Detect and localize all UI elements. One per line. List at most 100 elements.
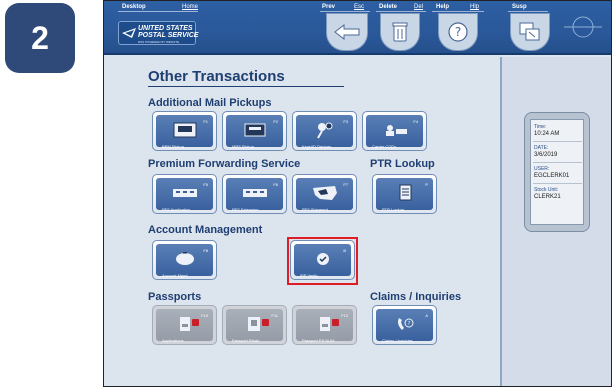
svg-text:?: ? [455, 25, 461, 39]
tile-fkey: F7 [343, 182, 348, 187]
back-arrow-icon [334, 24, 360, 40]
tile-label: BRM Pickup [162, 144, 185, 149]
toolbar-divider [320, 11, 370, 12]
pfs-application-icon [173, 189, 197, 197]
logo-line1: UNITED STATES [138, 25, 193, 32]
mail-pickup-icon [173, 122, 197, 138]
tile-passport-photo: F11 Passport Photo [222, 305, 287, 345]
step-number: 2 [31, 19, 49, 56]
tile-passport-ps-num: F12 Passport PS NUM [292, 305, 357, 345]
tile-fkey: F5 [203, 182, 208, 187]
tile-face: F4 Carrier CODs [366, 115, 423, 149]
tile-fkey: F4 [413, 119, 418, 124]
title-underline [148, 86, 344, 87]
tile-fkey: F10 [201, 313, 208, 318]
ipp-verify-highlight-box [287, 237, 358, 285]
tile-face: F7 PFS Shipment [296, 178, 353, 212]
tile-label: PFS Application [162, 207, 191, 212]
tile-label: Carrier CODs [372, 144, 397, 149]
help-hlp-key: Hlp [470, 4, 480, 10]
suspend-windows-icon [519, 22, 540, 41]
tile-carrier-cods[interactable]: F4 Carrier CODs [362, 111, 427, 151]
stock-unit-label: Stock Unit: [534, 187, 559, 193]
passport-photo-icon [248, 317, 260, 331]
eagle-icon [122, 28, 136, 38]
tile-applications: F10 Applications [152, 305, 217, 345]
susp-label: Susp [512, 4, 527, 10]
prev-esc-key: Esc [354, 4, 365, 10]
tile-label: Keys/ID Devices [302, 144, 332, 149]
section-premium-forwarding-service: Premium Forwarding Service [148, 158, 301, 170]
tile-fkey: F12 [341, 313, 348, 318]
section-additional-mail-pickups: Additional Mail Pickups [148, 97, 272, 109]
passport-num-icon [320, 317, 330, 331]
user-value: EGCLERK01 [534, 173, 570, 179]
page-title: Other Transactions [148, 68, 285, 85]
delete-del-key: Del [414, 4, 424, 10]
tile-face: F8 Account Mgmt [156, 244, 213, 278]
pos-screen: Desktop Home UNITED STATES POSTAL SERVIC… [103, 0, 612, 387]
section-ptr-lookup: PTR Lookup [370, 158, 435, 170]
question-icon: ? [448, 22, 468, 42]
us-map-icon [313, 186, 337, 200]
tile-label: Applications [162, 338, 184, 343]
tile-face: F5 PFS Application [156, 178, 213, 212]
tile-label: Passport PS NUM [302, 338, 335, 343]
mrs-pickup-icon [244, 123, 266, 137]
tile-face: F10 Applications [156, 309, 213, 343]
tile-fkey: P [425, 182, 428, 187]
stock-unit-value: CLERK21 [534, 194, 561, 200]
phone-help-icon: ? [398, 318, 414, 330]
tile-pfs-shipment[interactable]: F7 PFS Shipment [292, 174, 357, 214]
date-label: DATE: [534, 145, 549, 151]
tile-face: F6 PFS Extension [226, 178, 283, 212]
tile-face: A ? Claims / Inquiries [376, 309, 433, 343]
tile-pfs-extension[interactable]: F6 PFS Extension [222, 174, 287, 214]
tile-face: F1 BRM Pickup [156, 115, 213, 149]
time-label: Time: [534, 124, 547, 130]
tile-face: F12 Passport PS NUM [296, 309, 353, 343]
tile-mrs-pickup[interactable]: F2 MRS Pickup [222, 111, 287, 151]
tile-fkey: A [425, 313, 428, 318]
tile-account-mgmt[interactable]: F8 Account Mgmt [152, 240, 217, 280]
tile-label: PTR Lookup [382, 207, 405, 212]
toolbar-divider [118, 11, 198, 12]
tile-label: Claims / Inquiries [382, 338, 413, 343]
trash-icon [392, 22, 408, 42]
status-divider [533, 183, 582, 184]
tile-keys-id-devices[interactable]: F3 Keys/ID Devices [292, 111, 357, 151]
tile-label: Account Mgmt [162, 273, 188, 278]
svg-text:?: ? [408, 321, 411, 327]
user-label: USER: [534, 166, 550, 172]
tile-ptr-lookup[interactable]: P PTR Lookup [372, 174, 437, 214]
suspend-button[interactable] [510, 13, 550, 51]
status-divider [533, 141, 582, 142]
status-side-panel: Time: 10:24 AM DATE: 3/6/2019 USER: EGCL… [500, 57, 611, 386]
delete-button[interactable] [380, 13, 420, 51]
help-button[interactable]: ? [438, 13, 478, 51]
desktop-label: Desktop [122, 4, 146, 10]
step-number-badge: 2 [5, 3, 75, 73]
tile-pfs-application[interactable]: F5 PFS Application [152, 174, 217, 214]
pfs-extension-icon [243, 189, 267, 197]
tile-label: Passport Photo [232, 338, 260, 343]
tile-face: F3 Keys/ID Devices [296, 115, 353, 149]
desktop-home-key[interactable]: Home [182, 4, 198, 10]
tile-fkey: F11 [271, 313, 278, 318]
tile-label: MRS Pickup [232, 144, 255, 149]
tile-face: F11 Passport Photo [226, 309, 283, 343]
tile-face: F2 MRS Pickup [226, 115, 283, 149]
tile-claims-inquiries[interactable]: A ? Claims / Inquiries [372, 305, 437, 345]
tile-label: PFS Extension [232, 207, 259, 212]
top-toolbar: Desktop Home UNITED STATES POSTAL SERVIC… [104, 1, 611, 55]
carrier-cod-icon [386, 125, 407, 136]
tile-fkey: F8 [203, 248, 208, 253]
piggy-bank-icon [176, 252, 194, 265]
prev-button[interactable] [326, 13, 368, 51]
toolbar-divider [508, 11, 548, 12]
status-divider [533, 162, 582, 163]
main-content: Other Transactions Additional Mail Picku… [104, 57, 500, 386]
logo-line3: RSS POWERED BY IMPASTE [138, 40, 180, 44]
tile-brm-pickup[interactable]: F1 BRM Pickup [152, 111, 217, 151]
status-box: Time: 10:24 AM DATE: 3/6/2019 USER: EGCL… [524, 112, 590, 232]
